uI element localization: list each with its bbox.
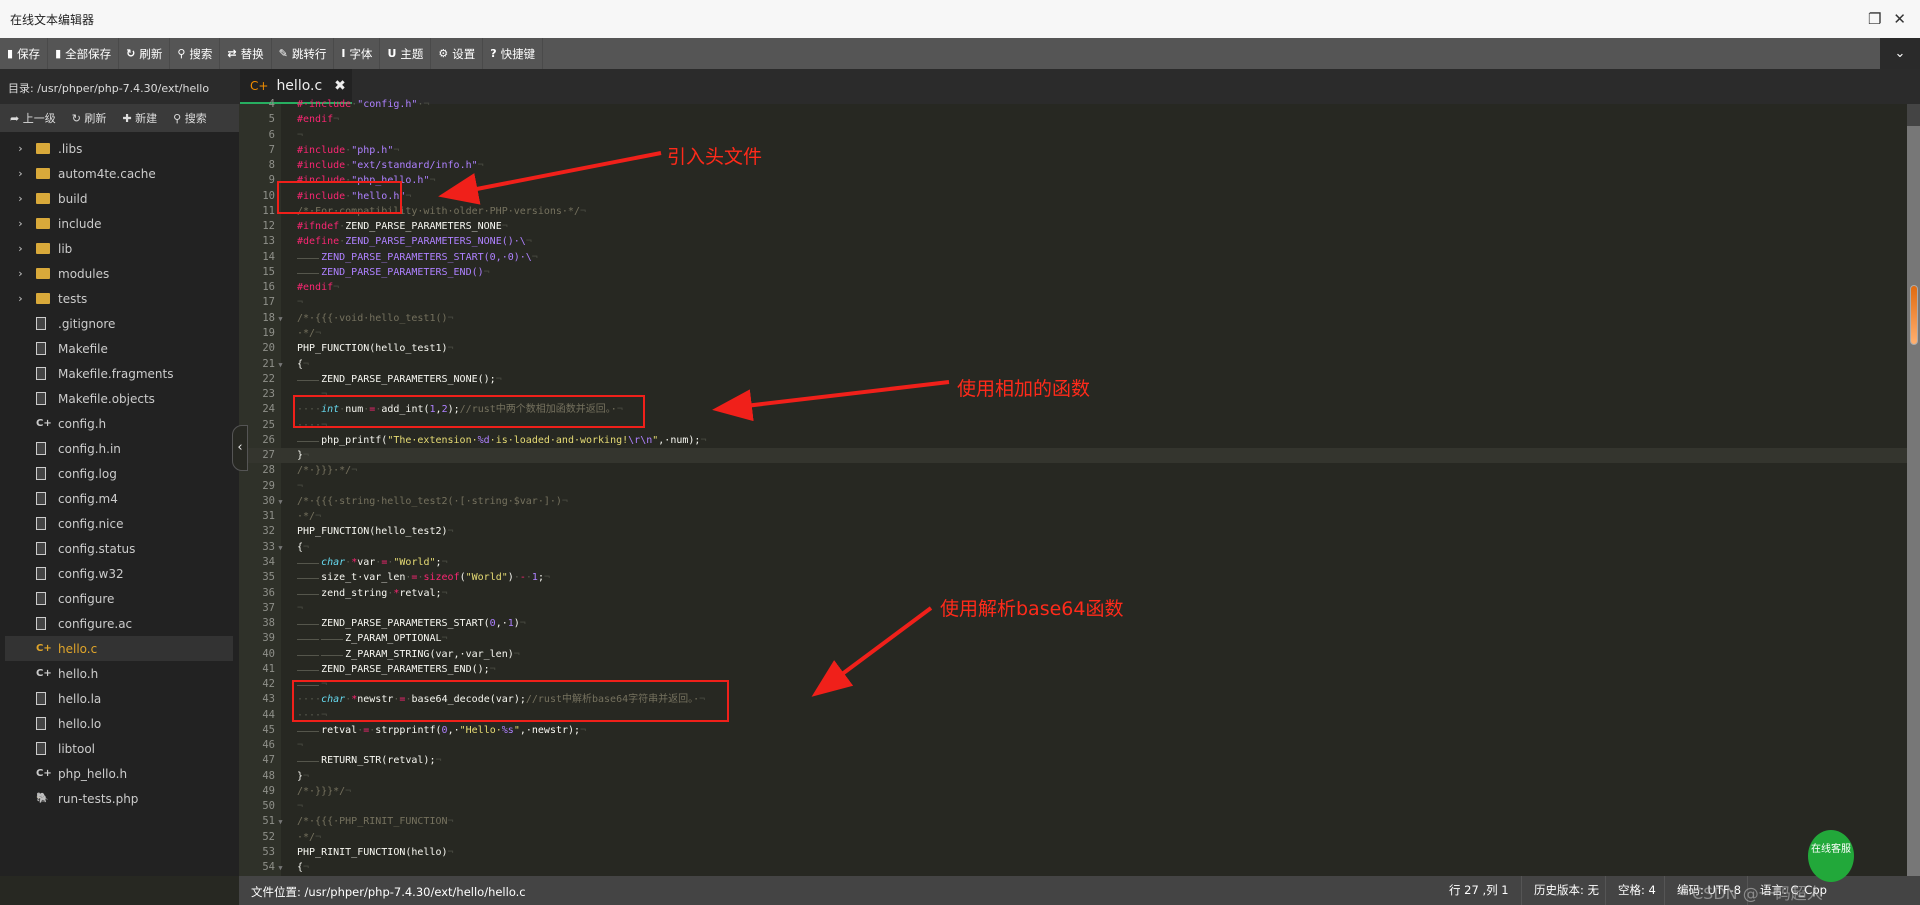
annotation-base64-func: 使用解析base64函数 [940, 598, 1124, 620]
arrow-add-int [712, 380, 950, 422]
arrow-include [438, 151, 662, 205]
annotation-add-func: 使用相加的函数 [957, 378, 1091, 400]
annotation-arrows [438, 151, 950, 697]
arrow-base64 [811, 606, 933, 697]
online-support-button[interactable]: 在线客服 [1808, 830, 1854, 882]
annotation-include-header: 引入头文件 [667, 146, 763, 168]
watermark: CSDN @一码超人 [1692, 884, 1823, 903]
